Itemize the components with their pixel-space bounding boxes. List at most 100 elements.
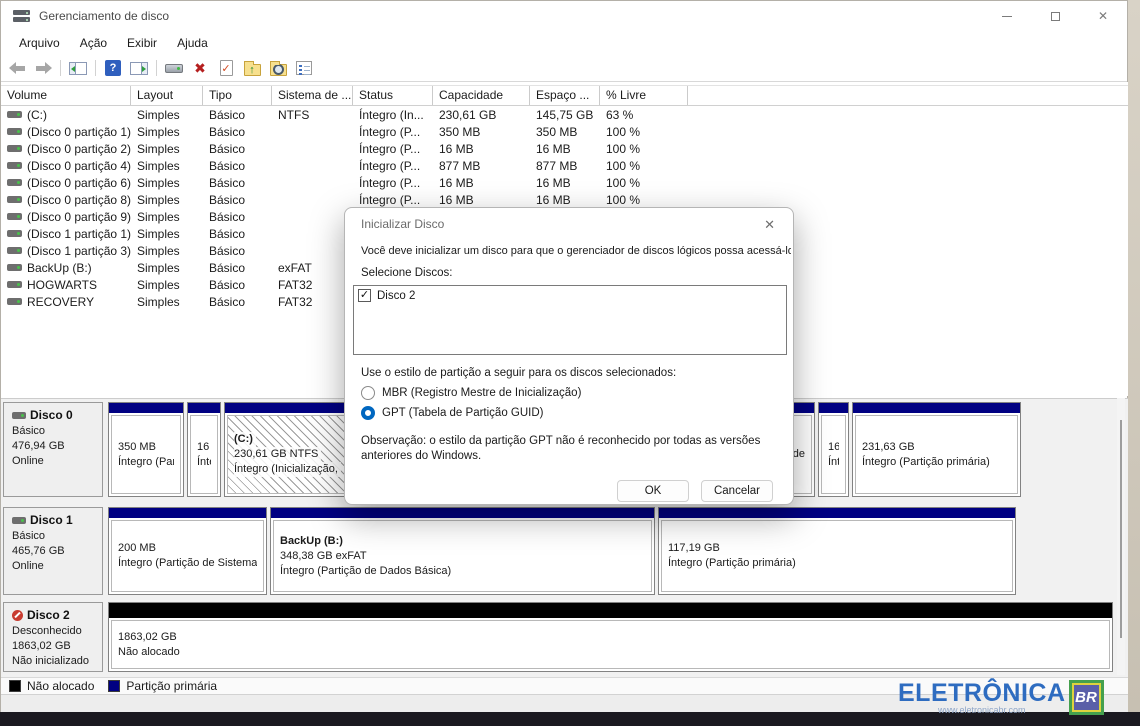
cell-capacidade: 230,61 GB [433,108,530,122]
partition-text-line: 16 N [828,440,839,455]
cell-layout: Simples [131,261,203,275]
column-header-tipo[interactable]: Tipo [203,86,272,105]
delete-volume-button[interactable]: ✖ [188,57,212,79]
column-header-espaco[interactable]: Espaço ... [530,86,600,105]
disk-label-disco-1[interactable]: Disco 1Básico465,76 GBOnline [3,507,103,595]
volume-name: (Disco 0 partição 8) [27,193,131,207]
disk-pane-scrollbar[interactable] [1117,398,1125,675]
cell-espaco: 16 MB [530,176,600,190]
table-row[interactable]: (Disco 0 partição 8)SimplesBásicoÍntegro… [1,191,1128,208]
cell-capacidade: 16 MB [433,176,530,190]
volume-name: (Disco 0 partição 9) [27,210,131,224]
table-row[interactable]: (Disco 0 partição 6)SimplesBásicoÍntegro… [1,174,1128,191]
cell-sistema-de: FAT32 [272,278,353,292]
mbr-radio-option[interactable]: MBR (Registro Mestre de Inicialização) [361,386,581,400]
partition[interactable]: 231,63 GBÍntegro (Partição primária) [852,402,1021,497]
maximize-icon [1051,12,1060,21]
partition[interactable]: 1863,02 GBNão alocado [108,602,1113,672]
toolbar-separator [95,60,96,76]
disk-label-disco-2[interactable]: Disco 2Desconhecido1863,02 GBNão inicial… [3,602,103,672]
forward-arrow-button[interactable] [31,57,55,79]
ok-button[interactable]: OK [617,480,689,502]
cell-layout: Simples [131,295,203,309]
disk-listbox[interactable]: ✓ Disco 2 [353,285,787,355]
column-header-volume[interactable]: Volume [1,86,131,105]
cell-layout: Simples [131,210,203,224]
disk-info-line: Básico [12,529,102,544]
maximize-button[interactable] [1031,1,1079,31]
menubar: ArquivoAçãoExibirAjuda [1,31,1127,55]
cancel-button[interactable]: Cancelar [701,480,773,502]
column-header-livre[interactable]: % Livre [600,86,688,105]
menu-item-arquivo[interactable]: Arquivo [9,33,70,53]
menu-item-ajuda[interactable]: Ajuda [167,33,218,53]
dialog-close-button[interactable]: ✕ [760,215,779,235]
gpt-radio-label: GPT (Tabela de Partição GUID) [382,407,544,419]
cell-volume: (Disco 0 partição 2) [1,142,131,156]
gpt-radio-option[interactable]: GPT (Tabela de Partição GUID) [361,406,544,420]
menu-item-exibir[interactable]: Exibir [117,33,167,53]
disk-name-row: Disco 1 [12,513,102,527]
watermark-url: www.eletronicabr.com [938,705,1026,715]
back-arrow-button[interactable] [5,57,29,79]
folder-search-button[interactable] [266,57,290,79]
column-header-layout[interactable]: Layout [131,86,203,105]
disk-name-row: Disco 2 [12,608,102,622]
column-header-capacidade[interactable]: Capacidade [433,86,530,105]
device-button[interactable] [162,57,186,79]
cell-volume: RECOVERY [1,295,131,309]
cell-volume: (Disco 0 partição 4) [1,159,131,173]
volume-name: (C:) [27,108,47,122]
menu-item-acao[interactable]: Ação [70,33,117,53]
cell-sistema-de: exFAT [272,261,353,275]
volume-icon [7,179,22,186]
disk-list-item[interactable]: ✓ Disco 2 [358,289,782,302]
mbr-radio-label: MBR (Registro Mestre de Inicialização) [382,387,581,399]
help-button[interactable]: ? [101,57,125,79]
partition[interactable]: 16 NÍnte [818,402,849,497]
task-check-button[interactable]: ✓ [214,57,238,79]
folder-up-button[interactable]: ↑ [240,57,264,79]
column-header-sistema-de[interactable]: Sistema de ... [272,86,353,105]
table-row[interactable]: (Disco 0 partição 2)SimplesBásicoÍntegro… [1,140,1128,157]
table-row[interactable]: (Disco 0 partição 4)SimplesBásicoÍntegro… [1,157,1128,174]
partitions: 200 MBÍntegro (Partição de SistemaBackUp… [108,507,1016,595]
scrollbar-thumb[interactable] [1120,420,1122,638]
close-button[interactable]: ✕ [1079,1,1127,31]
gpt-radio-icon[interactable] [361,406,375,420]
table-row[interactable]: (C:)SimplesBásicoNTFSÍntegro (In...230,6… [1,106,1128,123]
disk2-checkbox[interactable]: ✓ [358,289,371,302]
legend-swatch-particao-primaria [108,680,120,692]
console-tree-button[interactable] [66,57,90,79]
partitions: 1863,02 GBNão alocado [108,602,1113,672]
partition[interactable]: 200 MBÍntegro (Partição de Sistema [108,507,267,595]
cell-volume: (Disco 0 partição 1) [1,125,131,139]
column-header-status[interactable]: Status [353,86,433,105]
cell-status: Íntegro (P... [353,176,433,190]
partition-body: 350 MBÍntegro (Par [111,415,181,494]
cell-layout: Simples [131,125,203,139]
checklist-button[interactable] [292,57,316,79]
partition[interactable]: 350 MBÍntegro (Par [108,402,184,497]
cell-volume: HOGWARTS [1,278,131,292]
disk-info-line: 476,94 GB [12,439,102,454]
dialog-note: Observação: o estilo da partição GPT não… [361,434,795,464]
disk-info-line: 1863,02 GB [12,639,102,654]
minimize-button[interactable] [983,1,1031,31]
volume-icon [7,196,22,203]
mbr-radio-icon[interactable] [361,386,375,400]
cell-status: Íntegro (P... [353,142,433,156]
volume-name: (Disco 0 partição 2) [27,142,131,156]
partition[interactable]: BackUp (B:)348,38 GB exFATÍntegro (Parti… [270,507,655,595]
toolbar: ? ✖✓↑ [1,55,1127,82]
partition-type-bar [188,403,220,413]
volume-name: (Disco 1 partição 3) [27,244,131,258]
action-pane-button[interactable] [127,57,151,79]
disk-label-disco-0[interactable]: Disco 0Básico476,94 GBOnline [3,402,103,497]
cell-tipo: Básico [203,176,272,190]
cell-layout: Simples [131,193,203,207]
table-row[interactable]: (Disco 0 partição 1)SimplesBásicoÍntegro… [1,123,1128,140]
toolbar-separator [60,60,61,76]
partition[interactable]: 117,19 GBÍntegro (Partição primária) [658,507,1016,595]
partition[interactable]: 16 MÍnte [187,402,221,497]
